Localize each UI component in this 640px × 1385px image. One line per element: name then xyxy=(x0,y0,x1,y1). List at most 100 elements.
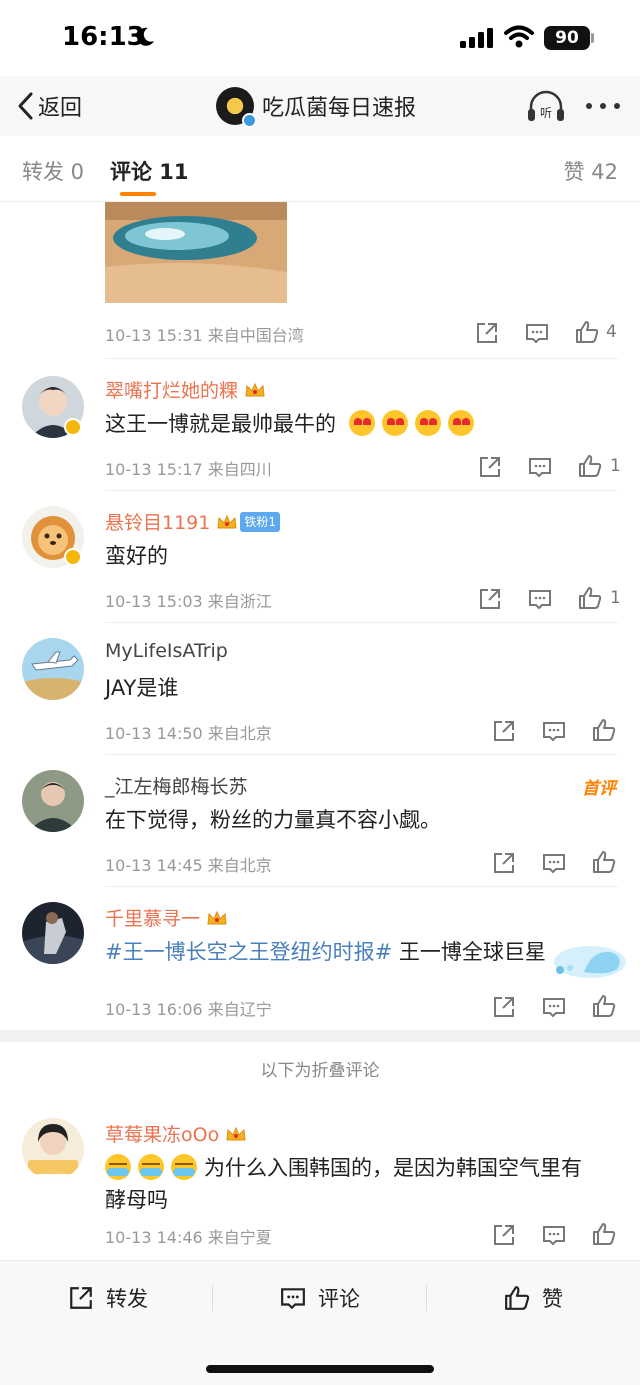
battery-tip xyxy=(591,33,594,43)
username-text: 翠嘴打烂她的粿 xyxy=(105,380,239,402)
moon-icon xyxy=(137,27,154,46)
like-label: 赞 xyxy=(542,1287,563,1311)
avatar[interactable] xyxy=(22,638,84,700)
comment-icon[interactable] xyxy=(525,321,549,345)
listen-icon[interactable]: 听 xyxy=(526,90,566,124)
like-icon[interactable] xyxy=(592,850,616,874)
like-icon[interactable] xyxy=(592,1222,616,1246)
like-icon[interactable] xyxy=(575,320,599,344)
comment-icon[interactable] xyxy=(528,455,552,479)
share-icon[interactable] xyxy=(475,321,499,345)
share-icon[interactable] xyxy=(492,719,516,743)
bottom-action-bar: 转发 评论 赞 xyxy=(0,1260,640,1385)
verified-icon xyxy=(64,418,82,436)
username-text: _江左梅郎梅长苏 xyxy=(105,776,248,798)
repost-label: 转发 xyxy=(106,1287,148,1311)
comment-meta: 10-13 15:03 来自浙江 xyxy=(105,592,272,611)
divider xyxy=(105,358,618,359)
divider xyxy=(212,1285,213,1311)
comment-meta: 10-13 14:45 来自北京 xyxy=(105,856,272,875)
username[interactable]: 草莓果冻oOo xyxy=(105,1120,247,1147)
like-count: 1 xyxy=(610,456,621,476)
like-icon[interactable] xyxy=(592,994,616,1018)
comment-text: 这王一博就是最帅最牛的 xyxy=(105,408,481,438)
verified-icon xyxy=(242,113,257,128)
like-icon xyxy=(505,1286,530,1310)
username[interactable]: 千里慕寻一 xyxy=(105,904,228,931)
comment-text: #王一博长空之王登纽约时报# 王一博全球巨星 xyxy=(105,936,546,966)
comment-text: 在下觉得，粉丝的力量真不容小觑。 xyxy=(105,808,441,832)
comment-icon[interactable] xyxy=(542,719,566,743)
comment-icon[interactable] xyxy=(528,587,552,611)
nav-account[interactable]: 吃瓜菌每日速报 xyxy=(216,84,416,128)
back-button[interactable]: 返回 xyxy=(16,86,82,126)
crying-laughing-emoji xyxy=(138,1154,164,1180)
divider xyxy=(105,754,618,755)
comment-image[interactable] xyxy=(105,202,287,303)
repost-button[interactable]: 转发 xyxy=(68,1281,148,1315)
chevron-left-icon xyxy=(18,92,33,120)
divider xyxy=(105,622,618,623)
crying-laughing-emoji xyxy=(171,1154,197,1180)
back-label: 返回 xyxy=(38,96,83,121)
share-icon[interactable] xyxy=(492,1223,516,1247)
share-icon[interactable] xyxy=(478,455,502,479)
active-tab-indicator xyxy=(120,192,156,196)
like-icon[interactable] xyxy=(592,718,616,742)
comment-text-content: 这王一博就是最帅最牛的 xyxy=(105,412,336,436)
crown-icon xyxy=(207,910,227,924)
heart-eyes-emoji xyxy=(447,410,474,436)
like-icon[interactable] xyxy=(578,454,602,478)
username[interactable]: 翠嘴打烂她的粿 xyxy=(105,376,266,403)
folded-comments-label[interactable]: 以下为折叠评论 xyxy=(0,1056,640,1081)
comment-meta: 10-13 14:50 来自北京 xyxy=(105,724,272,743)
share-icon[interactable] xyxy=(492,851,516,875)
comment-icon[interactable] xyxy=(542,1223,566,1247)
comment-icon xyxy=(281,1288,305,1310)
share-icon[interactable] xyxy=(478,587,502,611)
username[interactable]: _江左梅郎梅长苏 xyxy=(105,772,248,799)
comment-text: 蛮好的 xyxy=(105,544,168,568)
comment-meta: 10-13 16:06 来自辽宁 xyxy=(105,1000,272,1019)
like-count: 1 xyxy=(610,588,621,608)
username-text: 草莓果冻oOo xyxy=(105,1124,220,1146)
crown-icon xyxy=(245,382,265,396)
divider xyxy=(105,886,618,887)
comment-text: 为什么入围韩国的，是因为韩国空气里有 xyxy=(105,1152,582,1182)
tab-comments[interactable]: 评论 11 xyxy=(110,156,189,186)
comment-label: 评论 xyxy=(318,1287,360,1311)
comment-button[interactable]: 评论 xyxy=(280,1281,360,1315)
fan-sticker-decoration xyxy=(554,946,626,978)
like-button[interactable]: 赞 xyxy=(504,1281,563,1315)
avatar[interactable] xyxy=(22,770,84,832)
like-icon[interactable] xyxy=(578,586,602,610)
section-separator xyxy=(0,1030,640,1042)
battery-indicator: 90 xyxy=(544,26,590,50)
home-indicator[interactable] xyxy=(206,1365,434,1373)
like-count: 4 xyxy=(606,322,617,342)
comment-text-line2: 酵母吗 xyxy=(105,1188,168,1212)
topic-link[interactable]: #王一博长空之王登纽约时报# xyxy=(105,940,392,964)
comment-meta: 10-13 14:46 来自宁夏 xyxy=(105,1228,272,1247)
comment-meta: 10-13 15:31 来自中国台湾 xyxy=(105,326,304,345)
username[interactable]: MyLifeIsATrip xyxy=(105,640,228,662)
comment-text: JAY是谁 xyxy=(105,676,179,700)
tab-repost[interactable]: 转发 0 xyxy=(22,156,84,186)
status-time: 16:13 xyxy=(62,22,145,52)
comment-icon[interactable] xyxy=(542,995,566,1019)
avatar[interactable] xyxy=(22,1118,84,1180)
signal-icon xyxy=(460,28,493,48)
share-icon[interactable] xyxy=(492,995,516,1019)
comment-meta: 10-13 15:17 来自四川 xyxy=(105,460,272,479)
username[interactable]: 悬铃目1191 铁粉1 xyxy=(105,508,280,535)
comment-feed[interactable]: 10-13 15:31 来自中国台湾 4 翠嘴打烂她的粿 这王一博就是最帅最牛的… xyxy=(0,202,640,1260)
username-text: 悬铃目1191 xyxy=(105,512,211,534)
first-comment-badge: 首评 xyxy=(582,779,616,799)
divider xyxy=(426,1285,427,1311)
fan-badge: 铁粉1 xyxy=(240,511,280,532)
avatar[interactable] xyxy=(22,902,84,964)
tab-likes[interactable]: 赞 42 xyxy=(564,156,618,186)
more-icon[interactable] xyxy=(584,98,622,114)
divider xyxy=(105,490,618,491)
comment-icon[interactable] xyxy=(542,851,566,875)
